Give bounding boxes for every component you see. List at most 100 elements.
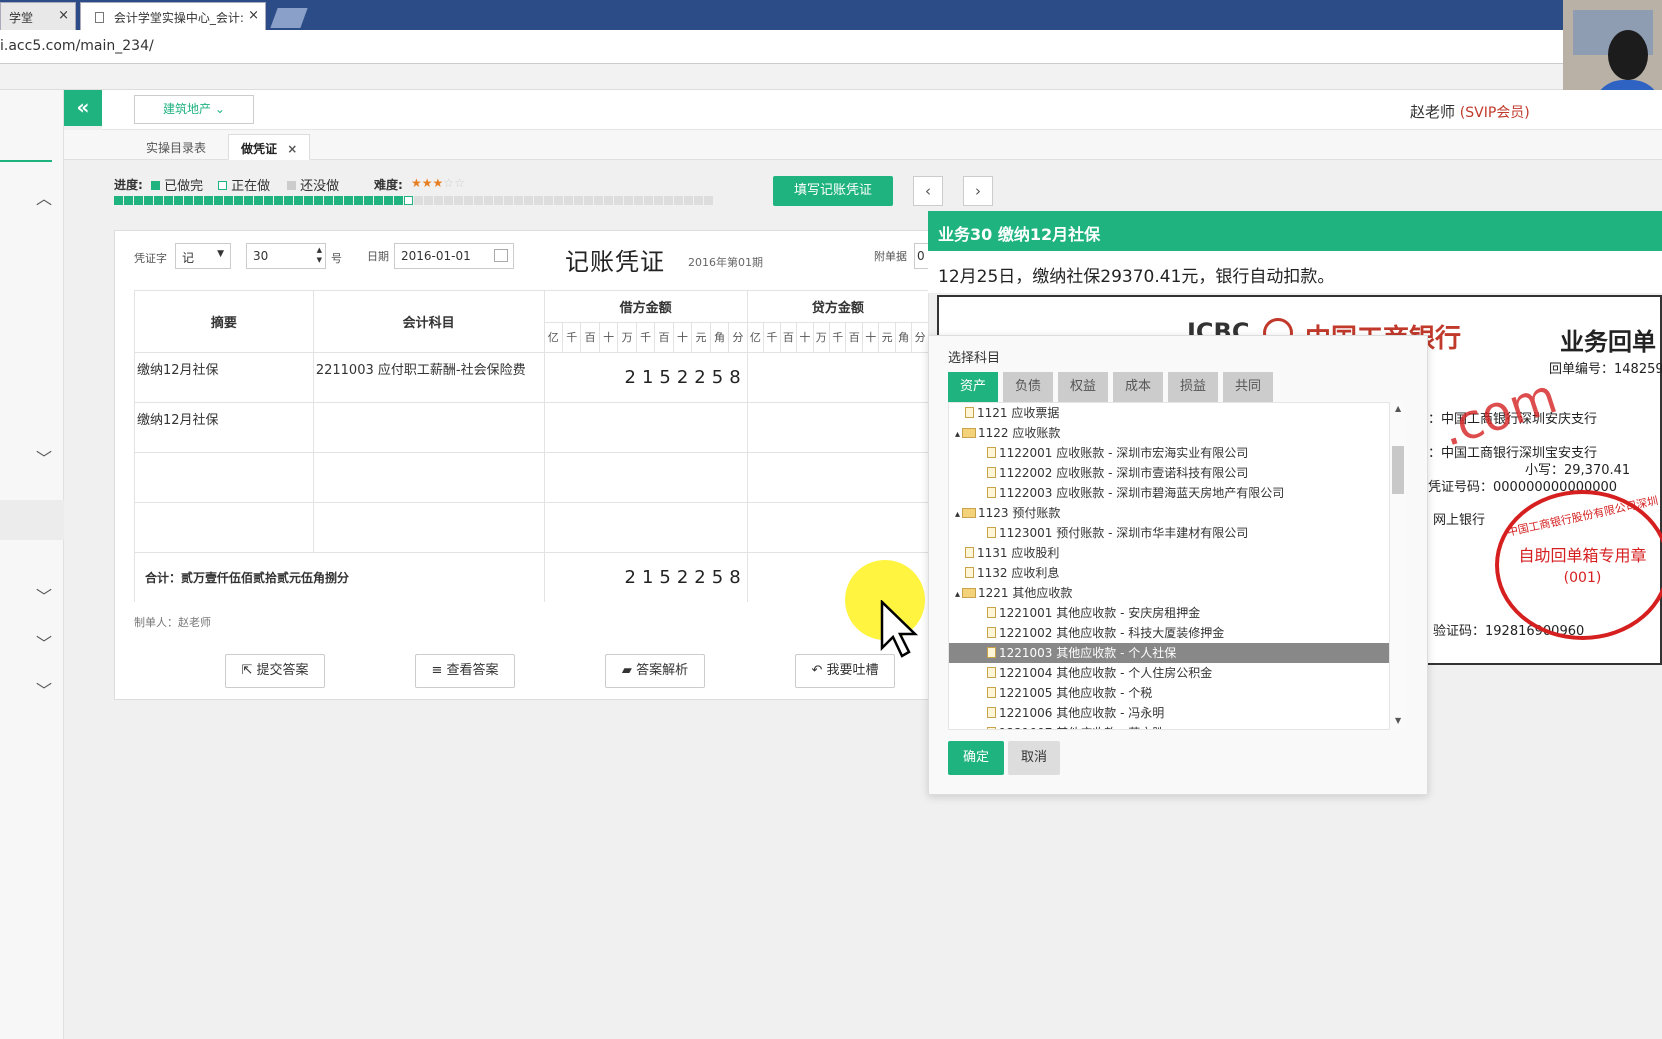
- tree-leaf-node[interactable]: 1221001 其他应收款 - 安庆房租押金: [949, 603, 1389, 623]
- industry-dropdown[interactable]: 建筑地产 ⌄: [134, 95, 254, 124]
- subject-tree[interactable]: 1121 应收票据 ▴ 1122 应收账款 1122001 应收账款 - 深圳市宏海实…: [948, 402, 1390, 730]
- browser-tab-active[interactable]: 会计学堂实操中心_会计: ×: [80, 2, 266, 30]
- scroll-thumb[interactable]: [1392, 446, 1404, 494]
- progress-cell[interactable]: [314, 196, 323, 205]
- expand-toggle-icon[interactable]: ▴: [955, 509, 960, 520]
- cancel-button[interactable]: 取消: [1008, 741, 1060, 775]
- progress-cell[interactable]: [654, 196, 663, 205]
- category-tab[interactable]: 负债: [1003, 372, 1053, 402]
- progress-cell[interactable]: [584, 196, 593, 205]
- calendar-icon[interactable]: [494, 249, 508, 262]
- progress-cell[interactable]: [444, 196, 453, 205]
- progress-cell[interactable]: [174, 196, 183, 205]
- account-cell[interactable]: 2211003 应付职工薪酬-社会保险费: [312, 352, 545, 403]
- collapse-sidebar-button[interactable]: «: [64, 90, 102, 126]
- progress-cell[interactable]: [674, 196, 683, 205]
- category-tab[interactable]: 共同: [1223, 372, 1273, 402]
- summary-cell[interactable]: [134, 502, 314, 553]
- progress-cell[interactable]: [594, 196, 603, 205]
- debit-cell[interactable]: [543, 452, 748, 503]
- progress-cell[interactable]: [324, 196, 333, 205]
- category-tab[interactable]: 成本: [1113, 372, 1163, 402]
- category-tab[interactable]: 损益: [1168, 372, 1218, 402]
- date-input[interactable]: 2016-01-01: [394, 243, 514, 269]
- tab-voucher[interactable]: 做凭证 ×: [228, 134, 311, 160]
- view-answer-button[interactable]: ≡ 查看答案: [415, 654, 515, 688]
- progress-cell[interactable]: [614, 196, 623, 205]
- account-cell[interactable]: [312, 402, 545, 453]
- progress-cell[interactable]: [434, 196, 443, 205]
- progress-cell[interactable]: [344, 196, 353, 205]
- tree-leaf-node[interactable]: 1221003 其他应收款 - 个人社保: [949, 643, 1389, 663]
- tree-leaf-node[interactable]: 1122003 应收账款 - 深圳市碧海蓝天房地产有限公司: [949, 483, 1389, 503]
- progress-cell[interactable]: [494, 196, 503, 205]
- progress-cell[interactable]: [284, 196, 293, 205]
- next-button[interactable]: ›: [963, 176, 993, 206]
- progress-cell[interactable]: [704, 196, 713, 205]
- progress-cell[interactable]: [474, 196, 483, 205]
- progress-cell[interactable]: [264, 196, 273, 205]
- chevron-down-icon[interactable]: ﹀: [36, 445, 52, 469]
- progress-cell[interactable]: [524, 196, 533, 205]
- credit-cell[interactable]: [746, 502, 929, 553]
- progress-cell[interactable]: [224, 196, 233, 205]
- tree-leaf-node[interactable]: 1221006 其他应收款 - 冯永明: [949, 703, 1389, 723]
- summary-cell[interactable]: 缴纳12月社保: [134, 352, 314, 403]
- sidebar-item-highlight[interactable]: [0, 500, 64, 540]
- progress-cell[interactable]: [454, 196, 463, 205]
- account-cell[interactable]: [312, 452, 545, 503]
- tree-leaf-node[interactable]: 1221005 其他应收款 - 个税: [949, 683, 1389, 703]
- progress-cell[interactable]: [124, 196, 133, 205]
- progress-cell[interactable]: [274, 196, 283, 205]
- progress-cell[interactable]: [244, 196, 253, 205]
- answer-analysis-button[interactable]: ▰ 答案解析: [605, 654, 705, 688]
- tree-leaf-node[interactable]: 1221007 其他应收款 - 蔡文胜: [949, 723, 1389, 729]
- account-cell[interactable]: [312, 502, 545, 553]
- tree-scrollbar[interactable]: ▲ ▼: [1390, 402, 1406, 730]
- progress-cell[interactable]: [384, 196, 393, 205]
- progress-cell[interactable]: [564, 196, 573, 205]
- summary-cell[interactable]: [134, 452, 314, 503]
- progress-cell[interactable]: [684, 196, 693, 205]
- credit-cell[interactable]: [746, 402, 929, 453]
- progress-cell[interactable]: [514, 196, 523, 205]
- progress-cell[interactable]: [204, 196, 213, 205]
- credit-cell[interactable]: [746, 452, 929, 503]
- tree-leaf-node[interactable]: 1221002 其他应收款 - 科技大厦装修押金: [949, 623, 1389, 643]
- category-tab[interactable]: 资产: [948, 372, 998, 402]
- progress-cell[interactable]: [234, 196, 243, 205]
- progress-cell[interactable]: [644, 196, 653, 205]
- tree-folder-node[interactable]: ▴ 1221 其他应收款: [949, 583, 1389, 603]
- debit-cell[interactable]: [543, 502, 748, 553]
- progress-cell[interactable]: [634, 196, 643, 205]
- prev-button[interactable]: ‹: [913, 176, 943, 206]
- scroll-down-icon[interactable]: ▼: [1395, 716, 1401, 725]
- chevron-down-icon[interactable]: ﹀: [36, 630, 52, 654]
- progress-cell[interactable]: [464, 196, 473, 205]
- progress-cell[interactable]: [154, 196, 163, 205]
- tree-leaf-node[interactable]: 1121 应收票据: [949, 403, 1389, 423]
- progress-cell[interactable]: [664, 196, 673, 205]
- user-info[interactable]: 赵老师 (SVIP会员): [1410, 101, 1530, 122]
- summary-cell[interactable]: 缴纳12月社保: [134, 402, 314, 453]
- progress-cell[interactable]: [334, 196, 343, 205]
- scroll-up-icon[interactable]: ▲: [1395, 404, 1401, 413]
- chevron-down-icon[interactable]: ﹀: [36, 677, 52, 701]
- close-icon[interactable]: ×: [58, 8, 69, 23]
- progress-cell[interactable]: [534, 196, 543, 205]
- progress-cell[interactable]: [184, 196, 193, 205]
- progress-cell[interactable]: [414, 196, 423, 205]
- progress-cell[interactable]: [164, 196, 173, 205]
- progress-cell[interactable]: [394, 196, 403, 205]
- confirm-button[interactable]: 确定: [948, 741, 1004, 775]
- close-icon[interactable]: ×: [248, 8, 259, 23]
- progress-cell[interactable]: [374, 196, 383, 205]
- chevron-up-icon[interactable]: ︿: [36, 185, 52, 209]
- progress-cell[interactable]: [554, 196, 563, 205]
- progress-cell[interactable]: [134, 196, 143, 205]
- progress-cell[interactable]: [144, 196, 153, 205]
- browser-tab[interactable]: 学堂 ×: [0, 2, 76, 30]
- tree-folder-node[interactable]: ▴ 1122 应收账款: [949, 423, 1389, 443]
- progress-cell[interactable]: [624, 196, 633, 205]
- expand-toggle-icon[interactable]: ▴: [955, 429, 960, 440]
